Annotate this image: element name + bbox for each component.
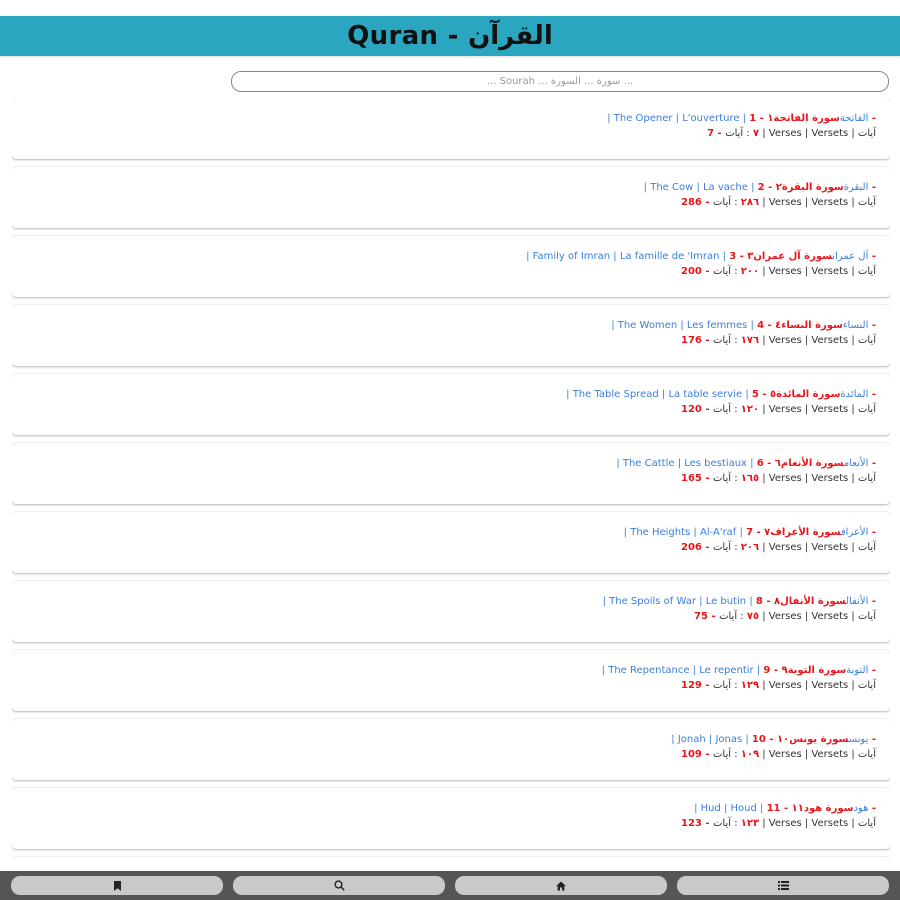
surah-card[interactable]: | Family of Imran | La famille de 'Imran… bbox=[12, 236, 890, 297]
surah-title-line: | The Table Spread | La table servie | ا… bbox=[26, 388, 876, 402]
verse-count-line: 200 - ٢٠٠ : آيات | Verses | Versets | آي… bbox=[680, 266, 876, 277]
surah-title-line: | The Spoils of War | Le butin | الأنفال… bbox=[26, 595, 876, 609]
verse-count-line: 7 - ٧ : آيات | Verses | Versets | آيات bbox=[707, 128, 876, 139]
verse-count-line: 109 - ١٠٩ : آيات | Verses | Versets | آي… bbox=[680, 749, 876, 760]
surah-title-line: | The Cow | La vache | البقرةسورة البقرة… bbox=[26, 181, 876, 195]
surah-arabic-name: سورة آل عمران bbox=[753, 251, 833, 262]
surah-card[interactable]: | The Opener | L'ouverture | الفاتحةسورة… bbox=[12, 98, 890, 159]
nav-list-button[interactable] bbox=[677, 876, 889, 895]
surah-card[interactable]: | The Spoils of War | Le butin | الأنفال… bbox=[12, 581, 890, 642]
verses-label: آيات | Verses | Versets | آيات bbox=[712, 818, 876, 829]
verse-count-line: 129 - ١٢٩ : آيات | Verses | Versets | آي… bbox=[680, 680, 876, 691]
surah-card[interactable]: | The Table Spread | La table servie | ا… bbox=[12, 374, 890, 435]
nav-home-button[interactable] bbox=[455, 876, 667, 895]
home-icon bbox=[556, 881, 566, 890]
nav-bookmark-button[interactable] bbox=[11, 876, 223, 895]
bottom-nav bbox=[0, 871, 900, 900]
surah-arabic-name: سورة المائدة bbox=[776, 389, 841, 400]
list-icon bbox=[777, 881, 789, 890]
verse-count-line: 123 - ١٢٣ : آيات | Verses | Versets | آي… bbox=[680, 818, 876, 829]
surah-card[interactable]: | The Cow | La vache | البقرةسورة البقرة… bbox=[12, 167, 890, 228]
surah-arabic-name: سورة الأنعام bbox=[780, 458, 844, 469]
surah-arabic-name: سورة الفاتحة bbox=[773, 113, 840, 124]
app-header: Quran - القرآن bbox=[0, 16, 900, 56]
surah-card-partial bbox=[12, 857, 890, 870]
verse-count-line: 286 - ٢٨٦ : آيات | Verses | Versets | آي… bbox=[680, 197, 876, 208]
surah-title-line: | The Heights | Al-A'raf | الأعرافسورة ا… bbox=[26, 526, 876, 540]
surah-title-line: | Jonah | Jonas | يونسسورة يونس١٠ - 10 - bbox=[26, 733, 876, 747]
verse-count-line: 120 - ١٢٠ : آيات | Verses | Versets | آي… bbox=[680, 404, 876, 415]
search-input[interactable] bbox=[231, 71, 889, 92]
verses-label: آيات | Verses | Versets | آيات bbox=[712, 266, 876, 277]
verses-label: آيات | Verses | Versets | آيات bbox=[712, 404, 876, 415]
surah-card[interactable]: | The Women | Les femmes | النساءسورة ال… bbox=[12, 305, 890, 366]
surah-arabic-name: سورة التوبة bbox=[787, 665, 847, 676]
verses-label: آيات | Verses | Versets | آيات bbox=[725, 128, 876, 139]
surah-card[interactable]: | Hud | Houd | هودسورة هود١١ - 11 - 123 … bbox=[12, 788, 890, 849]
verses-label: آيات | Verses | Versets | آيات bbox=[712, 749, 876, 760]
verse-count-line: 165 - ١٦٥ : آيات | Verses | Versets | آي… bbox=[680, 473, 876, 484]
verses-label: آيات | Verses | Versets | آيات bbox=[712, 335, 876, 346]
surah-arabic-name: سورة النساء bbox=[781, 320, 843, 331]
surah-title-line: | Family of Imran | La famille de 'Imran… bbox=[26, 250, 876, 264]
bookmark-icon bbox=[113, 880, 121, 891]
surah-title-line: | Hud | Houd | هودسورة هود١١ - 11 - bbox=[26, 802, 876, 816]
surah-arabic-name: سورة الأعراف bbox=[770, 527, 841, 538]
verses-label: آيات | Verses | Versets | آيات bbox=[712, 680, 876, 691]
verse-count-line: 206 - ٢٠٦ : آيات | Verses | Versets | آي… bbox=[680, 542, 876, 553]
page-title: Quran - القرآن bbox=[347, 21, 553, 51]
surah-title-line: | The Women | Les femmes | النساءسورة ال… bbox=[26, 319, 876, 333]
surah-list: | The Opener | L'ouverture | الفاتحةسورة… bbox=[12, 98, 890, 870]
verses-label: آيات | Verses | Versets | آيات bbox=[712, 542, 876, 553]
verse-count-line: 75 - ٧٥ : آيات | Verses | Versets | آيات bbox=[694, 611, 876, 622]
nav-search-button[interactable] bbox=[233, 876, 445, 895]
verses-label: آيات | Verses | Versets | آيات bbox=[719, 611, 876, 622]
surah-card[interactable]: | The Cattle | Les bestiaux | الأنعامسور… bbox=[12, 443, 890, 504]
surah-card[interactable]: | The Repentance | Le repentir | التوبةس… bbox=[12, 650, 890, 711]
surah-title-line: | The Opener | L'ouverture | الفاتحةسورة… bbox=[26, 112, 876, 126]
surah-card[interactable]: | Jonah | Jonas | يونسسورة يونس١٠ - 10 -… bbox=[12, 719, 890, 780]
surah-title-line: | The Cattle | Les bestiaux | الأنعامسور… bbox=[26, 457, 876, 471]
surah-arabic-name: سورة يونس bbox=[789, 734, 849, 745]
surah-title-line: | The Repentance | Le repentir | التوبةس… bbox=[26, 664, 876, 678]
search-icon bbox=[333, 880, 345, 891]
verses-label: آيات | Verses | Versets | آيات bbox=[712, 473, 876, 484]
surah-arabic-name: سورة الأنفال bbox=[780, 596, 846, 607]
verses-label: آيات | Verses | Versets | آيات bbox=[712, 197, 876, 208]
surah-arabic-name: سورة البقرة bbox=[781, 182, 844, 193]
surah-arabic-name: سورة هود bbox=[803, 803, 854, 814]
search-bar bbox=[231, 69, 889, 92]
verse-count-line: 176 - ١٧٦ : آيات | Verses | Versets | آي… bbox=[680, 335, 876, 346]
surah-card[interactable]: | The Heights | Al-A'raf | الأعرافسورة ا… bbox=[12, 512, 890, 573]
